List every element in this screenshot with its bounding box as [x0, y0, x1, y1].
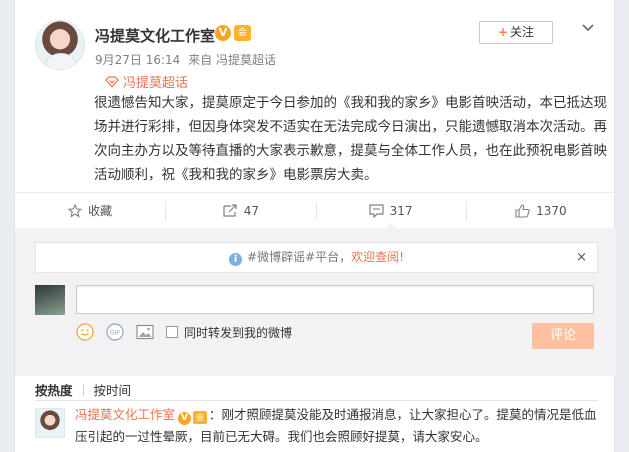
comment-author-name[interactable]: 冯提莫文化工作室	[75, 407, 175, 422]
post-content: 很遗憾告知大家，提莫原定于今日参加的《我和我的家乡》电影首映活动，本已抵达现场并…	[94, 95, 607, 183]
post-source[interactable]: 来自 冯提莫超话	[188, 53, 276, 67]
verified-badge-icon[interactable]: V	[215, 25, 231, 41]
action-bar: 收藏 47 317 1370	[15, 192, 616, 229]
chevron-down-icon[interactable]	[582, 22, 594, 34]
notice-link[interactable]: 欢迎查阅!	[351, 250, 404, 264]
author-avatar[interactable]	[35, 20, 85, 70]
close-icon[interactable]: ×	[576, 243, 587, 272]
comment-icon	[369, 203, 384, 218]
repost-count: 47	[243, 203, 260, 218]
checkbox-box[interactable]	[166, 326, 178, 338]
notice-text: #微博辟谣#平台，	[247, 250, 352, 264]
gif-icon[interactable]: GIF	[106, 323, 124, 341]
comment-input[interactable]	[76, 285, 594, 314]
comment-compose-area: i #微博辟谣#平台，欢迎查阅! × GIF 同时转发到我的微博 评论	[15, 228, 616, 376]
favorite-label: 收藏	[88, 204, 113, 218]
like-button[interactable]: 1370	[465, 193, 616, 228]
smiley-icon[interactable]	[76, 323, 94, 341]
follow-button[interactable]: + 关注	[479, 21, 553, 44]
post-date[interactable]: 9月27日 16:14	[95, 53, 180, 67]
comment-item: 冯提莫文化工作室 V 会：刚才照顾提莫没能及时通报消息，让大家担心了。提莫的情况是低…	[75, 404, 605, 448]
diamond-topic-icon	[105, 76, 119, 88]
sort-by-hot[interactable]: 按热度	[35, 383, 73, 398]
comment-button[interactable]: 317	[315, 193, 466, 229]
weibo-post-card: 冯提莫文化工作室 V 会 9月27日 16:14 来自 冯提莫超话 + 关注 冯提…	[14, 0, 616, 452]
comment-sort-bar: 按热度 按时间	[35, 380, 131, 399]
member-badge-icon[interactable]: 会	[234, 25, 251, 41]
repost-checkbox[interactable]: 同时转发到我的微博	[166, 324, 292, 341]
verified-badge-icon[interactable]: V	[178, 412, 192, 425]
author-name[interactable]: 冯提莫文化工作室	[95, 25, 215, 46]
favorite-button[interactable]: 收藏	[15, 193, 165, 228]
image-icon[interactable]	[136, 323, 154, 341]
repost-button[interactable]: 47	[165, 193, 315, 228]
rumor-notice-banner: i #微博辟谣#平台，欢迎查阅! ×	[35, 242, 598, 273]
plus-icon: +	[497, 25, 509, 39]
like-count: 1370	[536, 203, 567, 218]
current-user-avatar[interactable]	[35, 285, 65, 315]
info-icon: i	[229, 253, 243, 266]
repost-icon	[223, 203, 237, 217]
thumbs-up-icon	[515, 203, 530, 218]
avatar-figure	[46, 53, 76, 69]
comments-divider	[35, 400, 598, 401]
comment-author-avatar[interactable]	[35, 408, 65, 438]
comment-count: 317	[389, 203, 413, 218]
compose-toolbar: GIF 同时转发到我的微博	[76, 321, 292, 343]
follow-label: 关注	[510, 25, 535, 39]
repost-checkbox-label: 同时转发到我的微博	[184, 325, 293, 340]
sort-divider	[82, 384, 84, 396]
topic-label: 冯提莫超话	[123, 76, 189, 91]
svg-text:GIF: GIF	[110, 329, 121, 337]
sort-by-time[interactable]: 按时间	[94, 383, 132, 398]
submit-comment-button[interactable]: 评论	[532, 323, 594, 349]
star-icon	[68, 203, 83, 218]
post-meta: 9月27日 16:14 来自 冯提莫超话	[95, 51, 280, 68]
topic-link[interactable]: 冯提莫超话	[105, 72, 188, 91]
member-badge-icon[interactable]: 会	[193, 411, 208, 424]
